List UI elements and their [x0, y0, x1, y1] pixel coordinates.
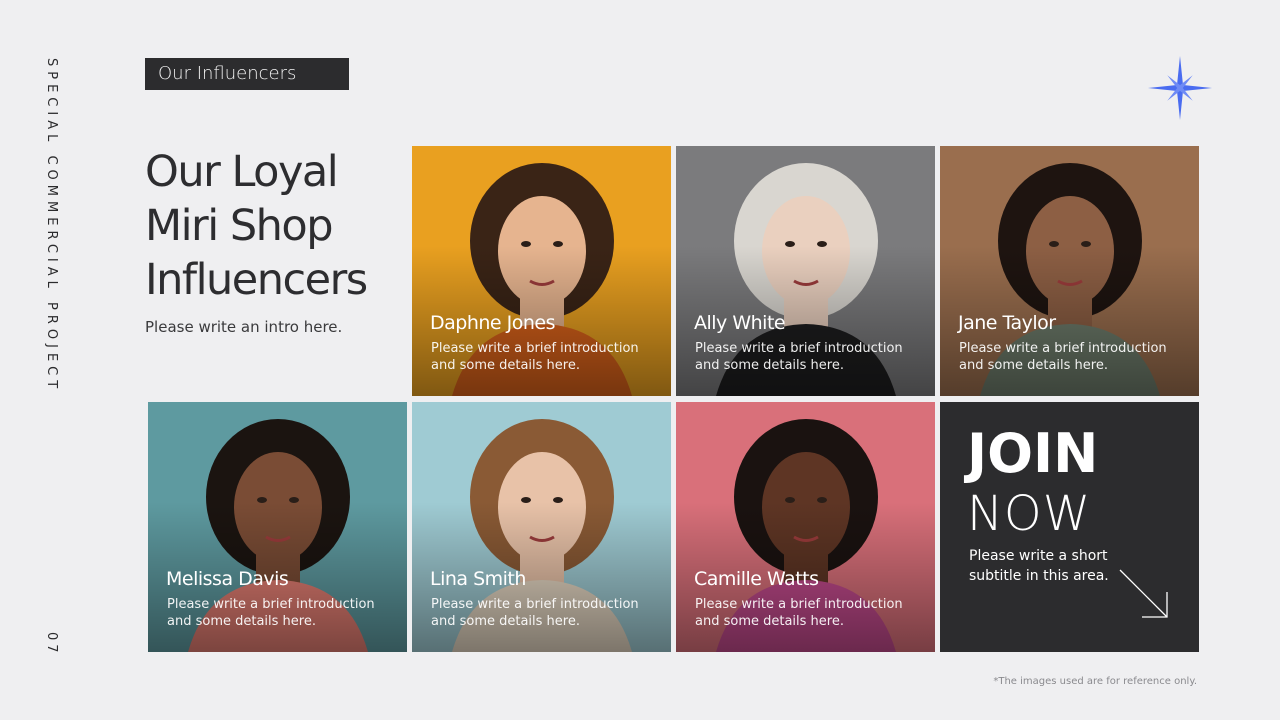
intro-text: Please write an intro here. [145, 318, 343, 336]
arrow-down-right-icon[interactable] [1118, 568, 1170, 620]
influencer-card[interactable]: Melissa Davis Please write a brief intro… [148, 402, 407, 652]
influencer-description: Please write a brief introduction and so… [695, 341, 903, 373]
influencer-name: Daphne Jones [430, 312, 556, 334]
page-number: 07 [44, 632, 59, 657]
influencer-name: Lina Smith [430, 568, 526, 590]
influencer-description: Please write a brief introduction and so… [431, 341, 639, 373]
join-now-card[interactable]: JOIN NOW Please write a short subtitle i… [940, 402, 1199, 652]
influencer-name: Jane Taylor [958, 312, 1056, 334]
page-title: Our Loyal Miri Shop Influencers [145, 145, 405, 307]
influencer-card[interactable]: Camille Watts Please write a brief intro… [676, 402, 935, 652]
influencer-card[interactable]: Lina Smith Please write a brief introduc… [412, 402, 671, 652]
influencer-card[interactable]: Daphne Jones Please write a brief introd… [412, 146, 671, 396]
sparkle-icon [1148, 56, 1212, 120]
title-line-2: Miri Shop [145, 201, 334, 251]
join-title: JOIN [967, 422, 1099, 485]
join-subtitle: Please write a short subtitle in this ar… [969, 548, 1109, 584]
influencer-description: Please write a brief introduction and so… [959, 341, 1167, 373]
influencer-description: Please write a brief introduction and so… [695, 597, 903, 629]
now-title: NOW [967, 486, 1092, 542]
title-line-3: Influencers [145, 255, 368, 305]
influencer-card[interactable]: Jane Taylor Please write a brief introdu… [940, 146, 1199, 396]
section-tag: Our Influencers [145, 58, 349, 90]
influencer-name: Melissa Davis [166, 568, 289, 590]
influencer-name: Ally White [694, 312, 786, 334]
influencer-card[interactable]: Ally White Please write a brief introduc… [676, 146, 935, 396]
footnote: *The images used are for reference only. [993, 676, 1197, 687]
influencer-description: Please write a brief introduction and so… [431, 597, 639, 629]
side-label: SPECIAL COMMERCIAL PROJECT [44, 58, 59, 394]
title-line-1: Our Loyal [145, 147, 339, 197]
influencer-name: Camille Watts [694, 568, 819, 590]
influencer-description: Please write a brief introduction and so… [167, 597, 375, 629]
